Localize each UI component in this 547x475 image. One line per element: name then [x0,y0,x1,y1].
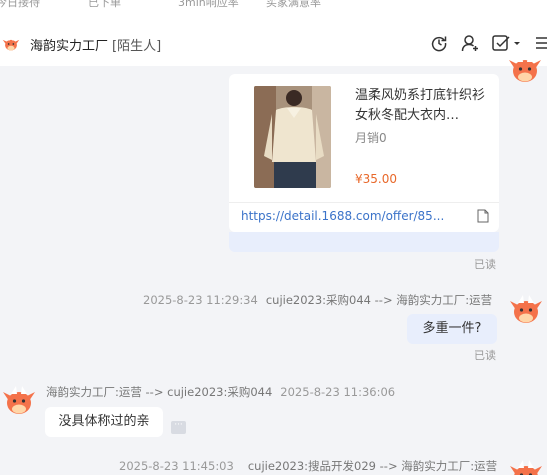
contact-avatar [2,383,36,417]
user-add-icon[interactable] [460,33,480,53]
menu-icon[interactable] [533,33,547,53]
product-image[interactable] [254,86,331,188]
message-route: 海韵实力工厂:运营 --> cujie2023:采购044 [46,385,273,399]
cow-avatar-icon [509,54,541,82]
top-stats-tabs: 今日接待 已下单 3min响应率 买家满意率 [0,0,547,20]
check-box-icon[interactable] [491,33,521,53]
own-avatar [509,292,543,326]
message-route: cujie2023:采购044 --> 海韵实力工厂:运营 [265,293,493,307]
message-timestamp: 2025-8-23 11:45:03 [119,459,234,473]
product-sales: 月销0 [355,131,387,145]
message-timestamp: 2025-8-23 11:36:06 [280,385,396,399]
message-route: cujie2023:搜品开发029 --> 海韵实力工厂:运营 [247,459,498,473]
cow-avatar-icon [510,295,542,323]
shop-avatar [1,34,21,54]
tab-today-reception[interactable]: 今日接待 [0,0,40,10]
chat-header: 海韵实力工厂 [陌生人] [0,20,547,66]
more-options-icon[interactable]: ··· [171,421,186,434]
contact-tag: [陌生人] [112,39,162,54]
read-status: 已读 [474,349,496,362]
copy-icon[interactable] [477,208,489,223]
divider [229,202,499,203]
refresh-icon[interactable] [429,33,449,53]
message-meta: 2025-8-23 11:45:03 cujie2023:搜品开发029 --> … [119,458,497,474]
message-meta: 2025-8-23 11:29:34 cujie2023:采购044 --> 海韵… [143,292,492,308]
own-avatar [508,51,542,85]
shop-name: 海韵实力工厂 [30,39,109,54]
product-card[interactable]: 温柔风奶系打底针织衫女秋冬配大衣内… 月销0 ¥35.00 https://de… [229,74,499,232]
product-title: 温柔风奶系打底针织衫女秋冬配大衣内… [355,88,486,123]
message-timestamp: 2025-8-23 11:29:34 [143,293,258,307]
tab-buyer-satisfaction[interactable]: 买家满意率 [266,0,321,10]
own-avatar [509,457,543,475]
tab-ordered[interactable]: 已下单 [88,0,121,10]
card-bubble-tail [229,232,499,252]
tab-3min-response[interactable]: 3min响应率 [178,0,239,10]
product-link[interactable]: https://detail.1688.com/offer/85... [241,209,471,223]
read-status: 已读 [474,258,496,271]
cow-avatar-icon [510,460,542,475]
message-bubble[interactable]: 没具体称过的亲 [45,407,163,437]
cow-avatar-icon [2,36,20,51]
chat-title: 海韵实力工厂 [陌生人] [30,35,161,54]
cow-avatar-icon [3,386,35,414]
message-bubble[interactable]: 多重一件? [407,314,497,344]
product-price: ¥35.00 [355,172,397,186]
message-meta: 海韵实力工厂:运营 --> cujie2023:采购044 2025-8-23 1… [46,384,395,400]
